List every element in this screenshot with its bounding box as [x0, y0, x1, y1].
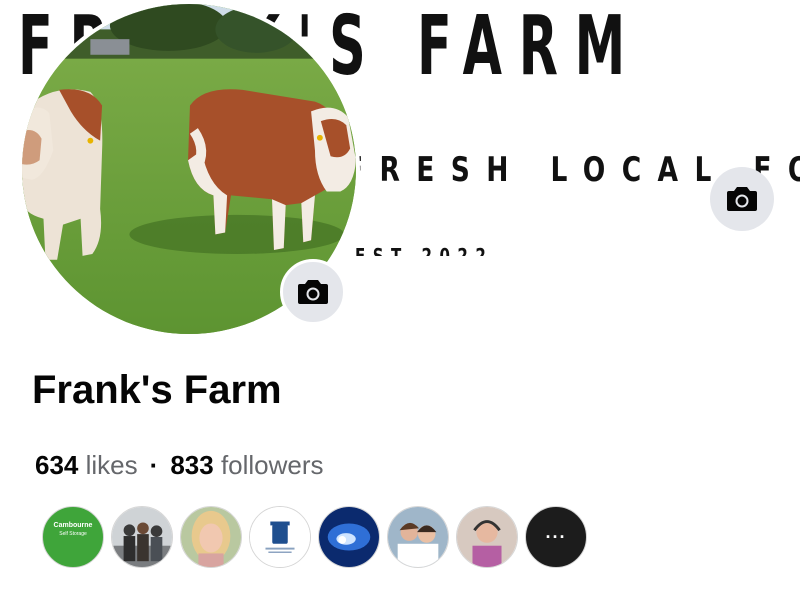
camera-icon: [727, 187, 757, 211]
cover-est-text: EST 2022: [355, 246, 493, 256]
friend-avatar-bin-logo[interactable]: [249, 506, 311, 568]
followers-count[interactable]: 833: [170, 450, 213, 480]
friend-avatar-selfie[interactable]: [387, 506, 449, 568]
followers-label[interactable]: followers: [221, 450, 324, 480]
friend-avatar-blonde[interactable]: [180, 506, 242, 568]
cover-tagline: FRESH LOCAL FOOD: [345, 150, 800, 190]
edit-profile-picture-button[interactable]: [280, 259, 346, 325]
friend-avatar-blue-light[interactable]: [318, 506, 380, 568]
friend-avatar-headset[interactable]: [456, 506, 518, 568]
edit-cover-photo-button[interactable]: [710, 167, 774, 231]
storage-logo-line2: Self Storage: [59, 531, 87, 537]
liked-by-avatars: Cambourne Self Storage ···: [42, 506, 594, 568]
page-title: Frank's Farm: [32, 368, 282, 412]
likes-label[interactable]: likes: [86, 450, 138, 480]
camera-icon: [298, 280, 328, 304]
storage-logo-line1: Cambourne: [53, 522, 93, 529]
see-more-friends-button[interactable]: ···: [525, 506, 587, 568]
likes-count[interactable]: 634: [35, 450, 78, 480]
stats-separator: ·: [149, 450, 159, 480]
friend-avatar-storage[interactable]: Cambourne Self Storage: [42, 506, 104, 568]
friend-avatar-group[interactable]: [111, 506, 173, 568]
more-dots-icon: ···: [545, 526, 567, 547]
page-stats: 634 likes · 833 followers: [35, 450, 324, 481]
